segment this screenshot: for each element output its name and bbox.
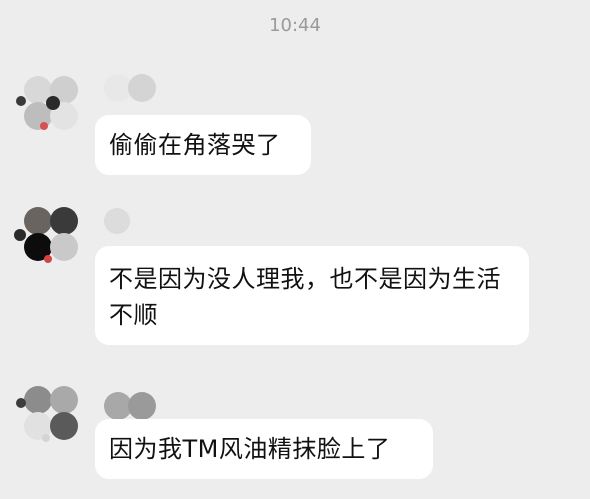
- sender-avatar[interactable]: [16, 74, 80, 132]
- message-timestamp: 10:44: [269, 15, 321, 36]
- message-bubble[interactable]: 偷偷在角落哭了: [95, 115, 311, 175]
- message-bubble[interactable]: 因为我TM风油精抹脸上了: [95, 419, 433, 479]
- message-text: 不是因为没人理我，也不是因为生活不顺: [109, 265, 501, 329]
- sender-avatar[interactable]: [14, 205, 80, 263]
- sender-avatar[interactable]: [16, 384, 80, 442]
- sender-nickname: [104, 392, 184, 422]
- sender-nickname: [104, 206, 184, 236]
- sender-nickname: [104, 72, 184, 102]
- message-text: 因为我TM风油精抹脸上了: [109, 435, 391, 463]
- message-bubble[interactable]: 不是因为没人理我，也不是因为生活不顺: [95, 246, 529, 345]
- message-text: 偷偷在角落哭了: [109, 131, 281, 159]
